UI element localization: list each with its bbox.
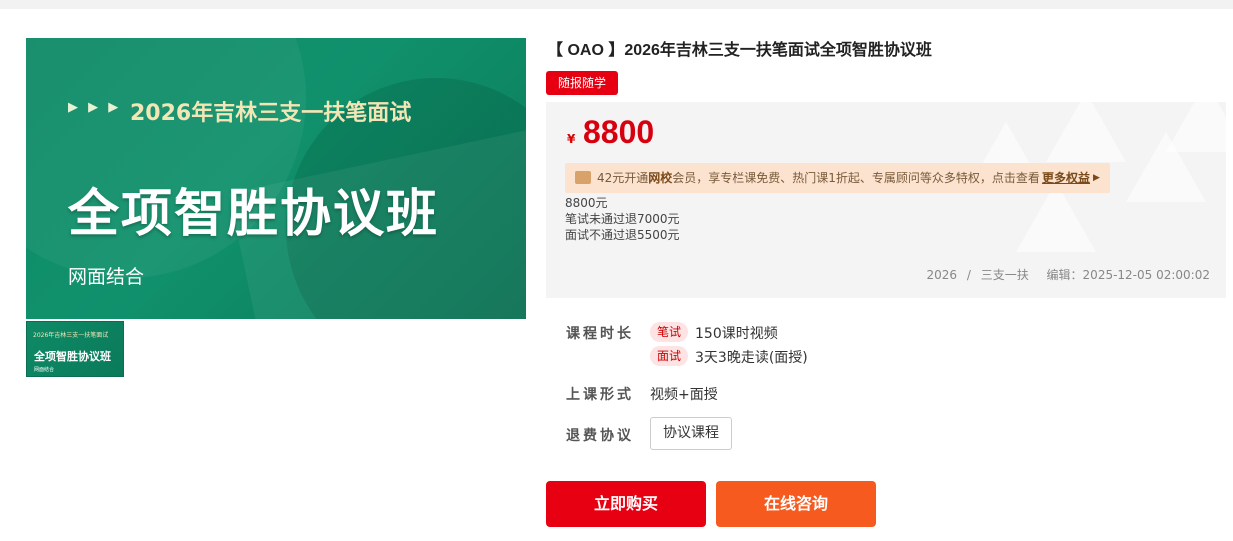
product-title: 【 OAO 】2026年吉林三支一扶笔面试全项智胜协议班 bbox=[547, 42, 932, 59]
thumbnail-title: 全项智胜协议班 bbox=[34, 350, 111, 363]
thumbnail-subtitle: 2026年吉林三支一扶笔面试 bbox=[33, 332, 109, 339]
duration-label: 课程时长 bbox=[566, 326, 634, 342]
vip-promo-text: 42元开通网校会员，享专栏课免费、热门课1折起、专属顾问等众多特权，点击查看 bbox=[597, 171, 1040, 185]
panel-decoration bbox=[1166, 102, 1226, 152]
meta-year: 2026 bbox=[926, 268, 957, 282]
price-line: 8800元 bbox=[565, 196, 608, 210]
meta-separator: / bbox=[966, 268, 971, 282]
book-icon bbox=[575, 171, 591, 184]
price-panel: ¥ 8800 42元开通网校会员，享专栏课免费、热门课1折起、专属顾问等众多特权… bbox=[546, 102, 1226, 298]
agreement-course-button[interactable]: 协议课程 bbox=[650, 417, 732, 450]
currency-symbol: ¥ bbox=[567, 132, 576, 146]
written-duration: 150课时视频 bbox=[695, 326, 778, 342]
buy-now-button[interactable]: 立即购买 bbox=[546, 481, 706, 527]
meta-category: 三支一扶 bbox=[980, 268, 1029, 282]
thumbnail-footer: 网面结合 bbox=[34, 367, 55, 373]
more-benefits-link[interactable]: 更多权益 bbox=[1042, 163, 1090, 193]
meta-edit-time: 编辑：2025-12-05 02:00:02 bbox=[1046, 268, 1210, 282]
product-meta: 2026 / 三支一扶 编辑：2025-12-05 02:00:02 bbox=[920, 266, 1210, 283]
written-chip: 笔试 bbox=[650, 322, 688, 342]
caret-right-icon: ▶ bbox=[1093, 173, 1100, 183]
top-bar bbox=[0, 0, 1233, 9]
interview-chip: 面试 bbox=[650, 346, 688, 366]
banner-footer: 网面结合 bbox=[68, 266, 145, 288]
vip-promo-bar[interactable]: 42元开通网校会员，享专栏课免费、热门课1折起、专属顾问等众多特权，点击查看 更… bbox=[565, 163, 1110, 193]
enrollment-tag: 随报随学 bbox=[546, 71, 618, 95]
format-label: 上课形式 bbox=[566, 387, 634, 403]
panel-decoration bbox=[1046, 102, 1126, 162]
banner-arrows-icon: ▶ ▶ ▶ bbox=[68, 100, 122, 115]
refund-label: 退费协议 bbox=[566, 428, 634, 444]
interview-duration: 3天3晚走读(面授) bbox=[695, 350, 808, 366]
price-amount: 8800 bbox=[583, 114, 655, 150]
banner-title: 全项智胜协议班 bbox=[68, 185, 440, 244]
banner-subtitle: 2026年吉林三支一扶笔面试 bbox=[130, 101, 412, 126]
course-banner: ▶ ▶ ▶ 2026年吉林三支一扶笔面试 全项智胜协议班 网面结合 bbox=[26, 38, 526, 319]
banner-thumbnail[interactable]: 2026年吉林三支一扶笔面试 全项智胜协议班 网面结合 bbox=[26, 321, 124, 377]
refund-interview-line: 面试不通过退5500元 bbox=[565, 228, 680, 242]
refund-written-line: 笔试未通过退7000元 bbox=[565, 212, 680, 226]
format-value: 视频+面授 bbox=[650, 387, 718, 403]
consult-online-button[interactable]: 在线咨询 bbox=[716, 481, 876, 527]
